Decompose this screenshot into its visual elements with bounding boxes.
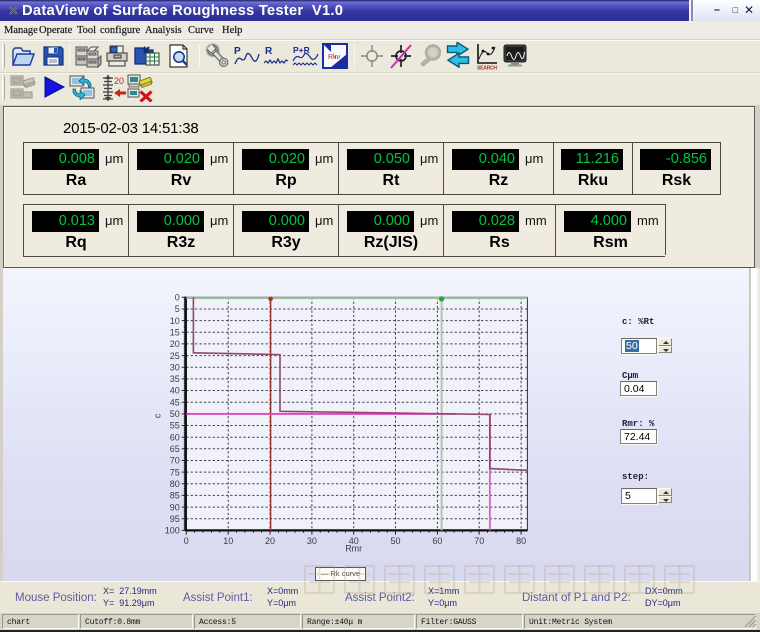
- svg-text:R: R: [265, 46, 273, 57]
- svg-text:90: 90: [170, 502, 180, 512]
- svg-text:65: 65: [170, 444, 180, 454]
- svg-text:40: 40: [170, 386, 180, 396]
- svg-text:Rmr: Rmr: [345, 543, 362, 553]
- svg-text:75: 75: [170, 467, 180, 477]
- svg-text:95: 95: [170, 514, 180, 524]
- svg-text:70: 70: [170, 456, 180, 466]
- svg-text:80: 80: [170, 479, 180, 489]
- svg-text:25: 25: [170, 351, 180, 361]
- svg-text:30: 30: [307, 536, 317, 546]
- svg-text:5: 5: [175, 304, 180, 314]
- svg-text:35: 35: [170, 374, 180, 384]
- svg-text:60: 60: [170, 432, 180, 442]
- svg-text:80: 80: [516, 536, 526, 546]
- svg-text:0: 0: [175, 293, 180, 303]
- svg-text:85: 85: [170, 491, 180, 501]
- svg-text:20: 20: [170, 339, 180, 349]
- svg-text:15: 15: [170, 328, 180, 338]
- svg-text:10: 10: [170, 316, 180, 326]
- svg-text:SEARCH: SEARCH: [477, 66, 497, 71]
- svg-text:10: 10: [223, 536, 233, 546]
- svg-text:50: 50: [390, 536, 400, 546]
- svg-text:0: 0: [184, 536, 189, 546]
- svg-text:20: 20: [114, 76, 124, 86]
- svg-text:60: 60: [432, 536, 442, 546]
- svg-text:100: 100: [165, 526, 180, 536]
- svg-text:P: P: [234, 46, 241, 57]
- svg-text:45: 45: [170, 397, 180, 407]
- svg-text:30: 30: [170, 362, 180, 372]
- svg-text:55: 55: [170, 421, 180, 431]
- svg-text:nr: nr: [335, 55, 340, 61]
- svg-text:20: 20: [265, 536, 275, 546]
- svg-text:c: c: [152, 413, 162, 418]
- svg-text:50: 50: [170, 409, 180, 419]
- svg-text:70: 70: [474, 536, 484, 546]
